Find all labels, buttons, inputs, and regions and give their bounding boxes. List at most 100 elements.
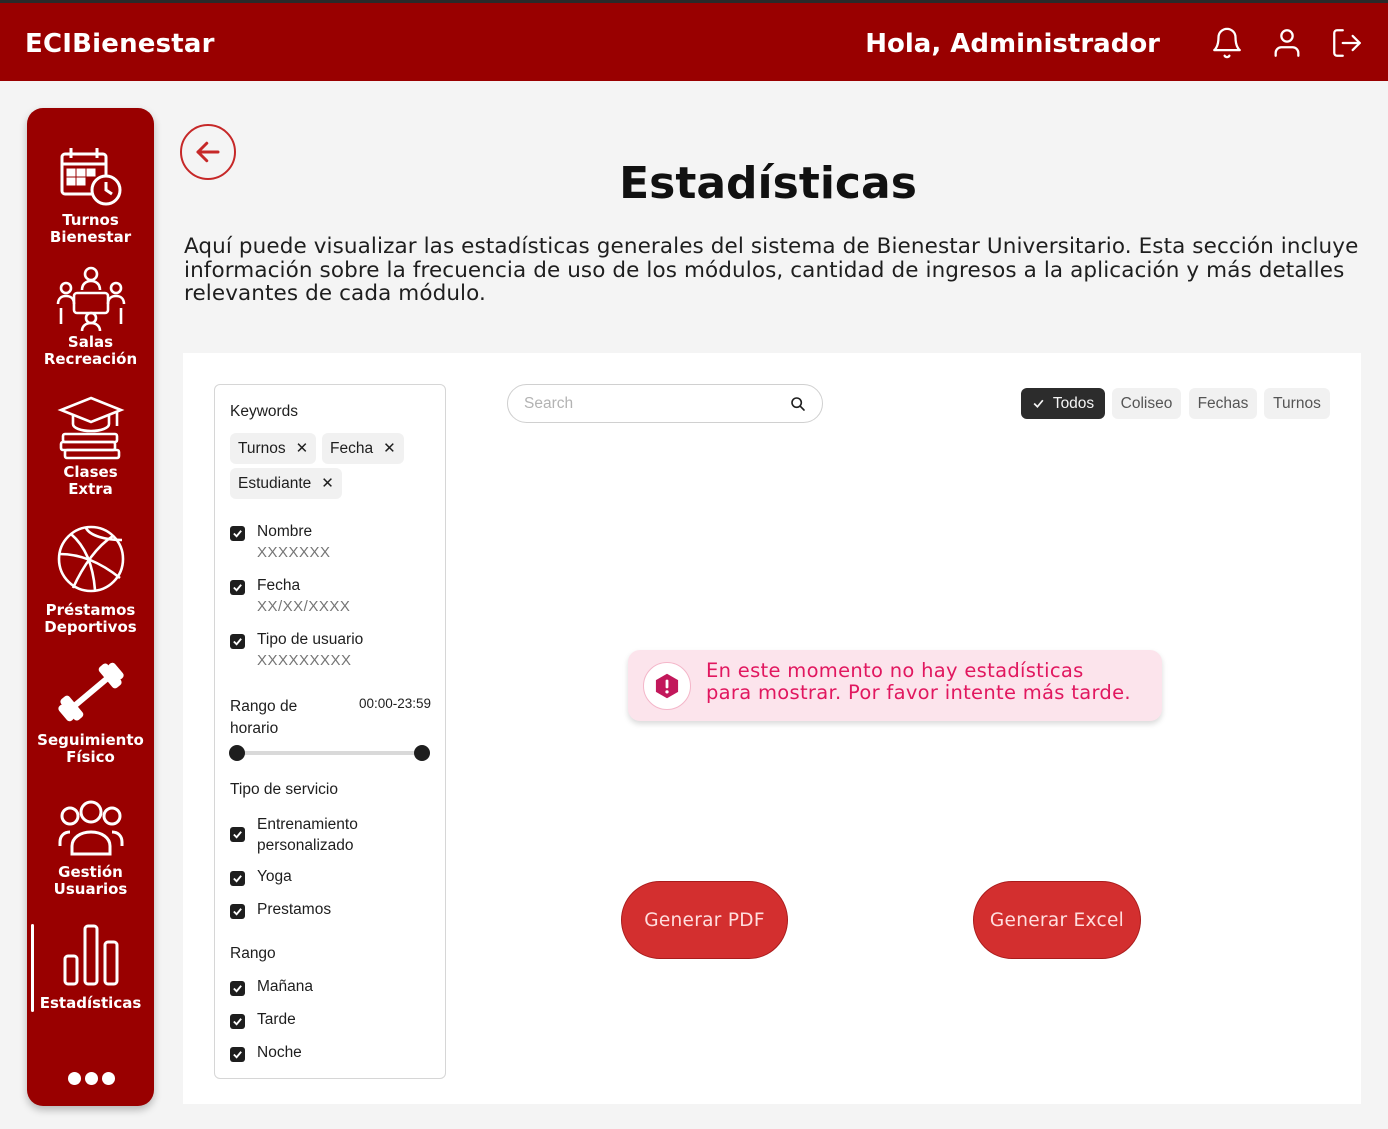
checkbox[interactable]	[230, 580, 245, 595]
checkbox-description: XXXXXXX	[257, 544, 331, 561]
keyword-chip[interactable]: Estudiante ✕	[230, 468, 342, 499]
generate-excel-button[interactable]: Generar Excel	[973, 881, 1141, 959]
service-checkbox-row: Yoga	[230, 868, 292, 886]
checkbox-description: XXXXXXXXX	[257, 652, 352, 669]
range-label: Rango de horario	[230, 698, 298, 737]
keyword-chip[interactable]: Fecha ✕	[322, 433, 404, 464]
range-slider-end-handle[interactable]	[414, 745, 430, 761]
dumbbell-icon	[57, 662, 124, 722]
close-icon[interactable]: ✕	[321, 476, 334, 491]
checkbox[interactable]	[230, 526, 245, 541]
checkbox[interactable]	[230, 827, 245, 842]
checkbox-label: Prestamos	[257, 901, 332, 918]
bell-icon[interactable]	[1209, 25, 1245, 61]
warning-octagon-icon	[655, 673, 679, 699]
field-checkbox-row: Tipo de usuario XXXXXXXXX	[230, 631, 363, 669]
close-icon[interactable]: ✕	[296, 441, 309, 456]
sidebar-item-label: Usuarios	[53, 880, 128, 898]
users-group-icon	[58, 800, 123, 856]
sidebar-item-label: Físico	[66, 748, 115, 766]
rango-checkbox-row: Tarde	[230, 1011, 296, 1029]
close-icon[interactable]: ✕	[383, 441, 396, 456]
sidebar-item-label: Estadísticas	[39, 994, 142, 1012]
rango-checkbox-row: Mañana	[230, 978, 313, 996]
sidebar-item-label: Extra	[68, 480, 113, 498]
keywords-title: Keywords	[230, 403, 299, 420]
checkbox[interactable]	[230, 1047, 245, 1062]
empty-state-alert: En este momento no hay estadísticas para…	[628, 650, 1162, 721]
checkbox-label: personalizado	[257, 837, 354, 854]
logout-icon[interactable]	[1329, 25, 1365, 61]
checkbox-label: Fecha	[257, 577, 301, 594]
checkbox-label: Tarde	[257, 1011, 296, 1028]
service-type-title: Tipo de servicio	[230, 781, 338, 798]
tag-todos[interactable]: Todos	[1021, 388, 1105, 419]
tag-label: Coliseo	[1120, 394, 1173, 412]
range-value: 00:00-23:59	[358, 696, 431, 711]
check-icon	[1033, 399, 1044, 409]
tag-coliseo[interactable]: Coliseo	[1112, 388, 1181, 419]
search-input[interactable]: Search	[507, 384, 823, 423]
greeting-text: Hola, Administrador	[865, 29, 1160, 59]
tag-label: Todos	[1052, 394, 1095, 412]
sidebar-item-label: Recreación	[43, 350, 138, 368]
range-slider-track[interactable]	[237, 751, 423, 755]
sidebar-item-gestion-usuarios[interactable]: Gestión Usuarios	[27, 798, 154, 898]
sidebar-item-clases-extra[interactable]: Clases Extra	[27, 396, 154, 498]
chip-label: Turnos	[238, 439, 286, 457]
page-description: Aquí puede visualizar las estadísticas g…	[184, 234, 1359, 306]
chip-label: Estudiante	[238, 474, 312, 492]
tag-fechas[interactable]: Fechas	[1189, 388, 1257, 419]
checkbox[interactable]	[230, 981, 245, 996]
generate-pdf-button[interactable]: Generar PDF	[621, 881, 788, 959]
field-checkbox-row: Fecha XX/XX/XXXX	[230, 577, 350, 615]
rango-checkbox-row: Noche	[230, 1044, 302, 1062]
range-slider-start-handle[interactable]	[229, 745, 245, 761]
tag-label: Fechas	[1197, 394, 1249, 412]
sidebar-item-label: Deportivos	[44, 618, 137, 636]
checkbox-label: Tipo de usuario	[257, 631, 364, 648]
service-checkbox-row: Prestamos	[230, 901, 331, 919]
brand-title: ECIBienestar	[25, 29, 215, 59]
page-title: Estadísticas	[619, 158, 917, 209]
statistics-panel: Keywords Turnos ✕ Fecha ✕ Estudiante ✕ Nomb…	[183, 353, 1361, 1104]
sidebar-item-estadisticas[interactable]: Estadísticas	[27, 924, 154, 1012]
sidebar-item-prestamos-deportivos[interactable]: Préstamos Deportivos	[27, 524, 154, 636]
sidebar-item-seguimiento-fisico[interactable]: Seguimiento Físico	[27, 660, 154, 766]
sidebar-item-label: Bienestar	[49, 228, 132, 246]
rango-title: Rango	[230, 945, 276, 962]
checkbox[interactable]	[230, 634, 245, 649]
checkbox-description: XX/XX/XXXX	[257, 598, 351, 615]
checkbox-label: Noche	[257, 1044, 302, 1061]
alert-icon	[643, 662, 691, 710]
sidebar-item-label: Seguimiento	[37, 731, 144, 749]
checkbox[interactable]	[230, 904, 245, 919]
checkbox[interactable]	[230, 1014, 245, 1029]
chip-label: Fecha	[330, 439, 374, 457]
tag-turnos[interactable]: Turnos	[1264, 388, 1330, 419]
sidebar-item-label: Turnos	[62, 211, 119, 229]
field-checkbox-row: Nombre XXXXXXX	[230, 523, 331, 561]
service-checkbox-row: Entrenamiento personalizado	[230, 814, 358, 856]
books-graduation-icon	[56, 396, 125, 460]
sidebar-item-salas-recreacion[interactable]: Salas Recreación	[27, 266, 154, 368]
filter-card: Keywords Turnos ✕ Fecha ✕ Estudiante ✕ Nomb…	[214, 384, 446, 1079]
top-bar: ECIBienestar Hola, Administrador	[0, 0, 1388, 81]
sidebar-item-label: Clases	[63, 463, 118, 481]
more-dots-icon[interactable]	[63, 1068, 119, 1088]
search-placeholder: Search	[524, 394, 574, 412]
checkbox-label: Nombre	[257, 523, 313, 540]
tag-label: Turnos	[1273, 394, 1321, 412]
sidebar-item-label: Salas	[67, 333, 114, 351]
checkbox-label: Entrenamiento	[257, 816, 358, 833]
checkbox-label: Mañana	[257, 978, 314, 995]
basketball-icon	[57, 525, 124, 593]
checkbox-label: Yoga	[257, 868, 292, 885]
user-icon[interactable]	[1269, 25, 1305, 61]
bar-chart-icon	[63, 924, 118, 986]
sidebar: Turnos Bienestar Salas Recreación Clases Ex…	[27, 108, 154, 1106]
checkbox[interactable]	[230, 871, 245, 886]
sidebar-item-label: Gestión	[58, 863, 123, 881]
keyword-chip[interactable]: Turnos ✕	[230, 433, 317, 464]
search-icon[interactable]	[790, 396, 806, 412]
